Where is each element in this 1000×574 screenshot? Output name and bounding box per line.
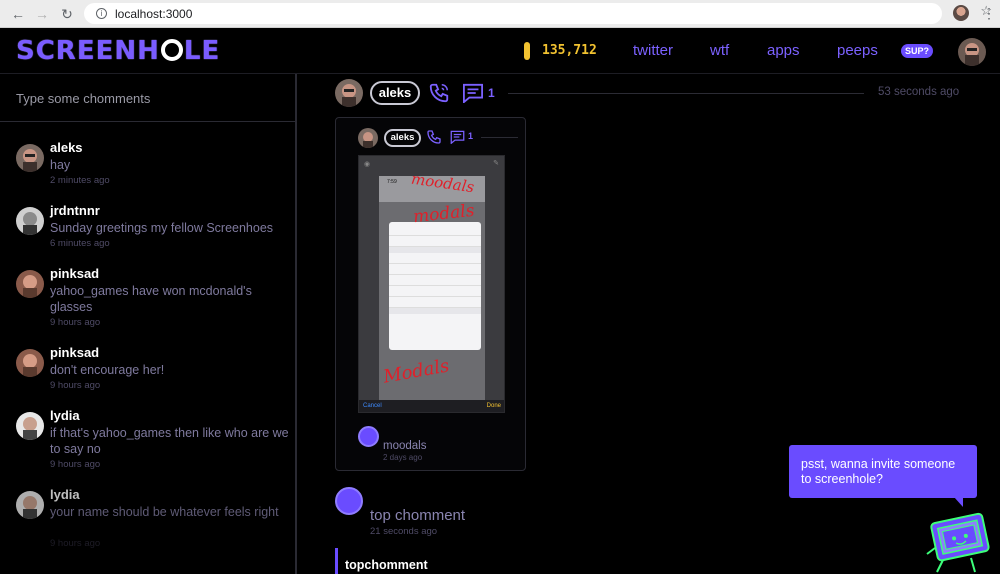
user-avatar[interactable] [958, 38, 986, 66]
phone-icon[interactable] [428, 82, 450, 104]
status-time: 7:59 [387, 179, 397, 185]
sup-button[interactable]: SUP? [901, 44, 933, 58]
pen-icon: ✎ [493, 160, 499, 167]
top-chomment-title: top chomment [370, 507, 466, 524]
coins-count: 135,712 [542, 43, 597, 58]
modal-sheet [389, 222, 481, 350]
app-header: SCREENH LE 135,712 twitter wtf apps peeps… [0, 28, 1000, 74]
modal-row [389, 275, 481, 286]
top-chomment-text: topchomment [345, 558, 428, 572]
comment-author[interactable]: lydia [50, 408, 80, 423]
chomment-count: 1 [468, 131, 474, 141]
post-time: 53 seconds ago [878, 86, 960, 98]
nav-twitter[interactable]: twitter [633, 42, 673, 59]
url-text: localhost:3000 [115, 6, 193, 21]
comment-author[interactable]: pinksad [50, 345, 99, 360]
comment-time: 9 hours ago [50, 459, 101, 470]
comment-time: 9 hours ago [50, 380, 101, 391]
done-text: Done [486, 403, 501, 409]
top-chomment-avatar[interactable] [335, 487, 363, 515]
avatar[interactable] [16, 491, 44, 519]
input-focus-bar [295, 74, 297, 108]
forward-icon[interactable]: → [30, 2, 54, 26]
browser-chrome: ← → ↻ i localhost:3000 ☆ ⋮ [0, 0, 1000, 28]
nav-peeps[interactable]: peeps [837, 42, 878, 59]
comment-text: don't encourage her! [50, 363, 165, 377]
info-icon[interactable]: i [96, 8, 107, 19]
nav-apps[interactable]: apps [767, 42, 800, 59]
commenter-time: 2 days ago [383, 453, 423, 462]
back-icon[interactable]: ← [6, 2, 30, 26]
nav-wtf[interactable]: wtf [710, 42, 729, 59]
screenshot-toolbar: Cancel Done [359, 400, 504, 412]
avatar[interactable] [16, 207, 44, 235]
commenter-avatar[interactable] [358, 426, 379, 447]
comment-author[interactable]: lydia [50, 487, 80, 502]
top-chomment-bar [335, 548, 338, 574]
coin-icon [524, 42, 530, 60]
phone-icon[interactable] [426, 129, 442, 145]
modal-row [389, 264, 481, 275]
cancel-text: Cancel [363, 403, 382, 409]
hide-icon: ◉ [364, 161, 371, 168]
chomment-input-placeholder: Type some chomments [16, 91, 151, 106]
comment-text: hay [50, 158, 71, 172]
comment-author[interactable]: jrdntnnr [50, 203, 100, 218]
comment-text: yahoo_games have won mcdonald's glasses [50, 284, 252, 314]
modal-row [389, 297, 481, 308]
comment-text: your name should be whatever feels right [50, 505, 279, 519]
card-author-chip[interactable]: aleks [384, 129, 421, 147]
modal-row [389, 253, 481, 264]
comment-text: if that's yahoo_games then like who are … [50, 426, 289, 456]
comment-author[interactable]: pinksad [50, 266, 99, 281]
address-bar[interactable]: i localhost:3000 [84, 3, 942, 24]
browser-menu-icon[interactable]: ⋮ [982, 5, 996, 22]
comment-time: 6 minutes ago [50, 238, 110, 249]
reload-icon[interactable]: ↻ [55, 2, 79, 26]
avatar[interactable] [16, 349, 44, 377]
divider-line [508, 93, 864, 94]
chomment-input[interactable]: Type some chomments [0, 74, 295, 122]
card-author-avatar[interactable] [358, 128, 378, 148]
modal-row [389, 236, 481, 247]
chomment-count: 1 [488, 86, 495, 100]
avatar[interactable] [16, 412, 44, 440]
commenter-name[interactable]: moodals [383, 440, 426, 452]
mascot-icon[interactable] [925, 512, 997, 574]
browser-profile-avatar[interactable] [953, 5, 969, 21]
screenshot-image[interactable]: ◉ ✎ 7:59 moodals modals Modals Cancel Do… [358, 155, 505, 413]
post-author-avatar[interactable] [335, 79, 363, 107]
divider-line [481, 137, 518, 138]
comment-time: 9 hours ago [50, 317, 101, 328]
screenhole-logo[interactable]: SCREENH LE [16, 36, 220, 66]
invite-bubble[interactable]: psst, wanna invite someone to screenhole… [789, 445, 977, 507]
comment-text: Sunday greetings my fellow Screenhoes [50, 221, 274, 235]
avatar[interactable] [16, 270, 44, 298]
chomment-icon[interactable] [450, 130, 465, 144]
chomments-sidebar: Type some chomments aleks hay 2 minutes … [0, 74, 297, 574]
post-author-chip[interactable]: aleks [370, 81, 420, 105]
chomment-icon[interactable] [462, 83, 484, 103]
avatar[interactable] [16, 144, 44, 172]
modal-section [389, 308, 481, 314]
modal-row [389, 286, 481, 297]
top-chomment-time: 21 seconds ago [370, 526, 438, 537]
comment-time: 2 minutes ago [50, 175, 110, 186]
comment-author[interactable]: aleks [50, 140, 83, 155]
comment-time: 9 hours ago [50, 538, 101, 549]
